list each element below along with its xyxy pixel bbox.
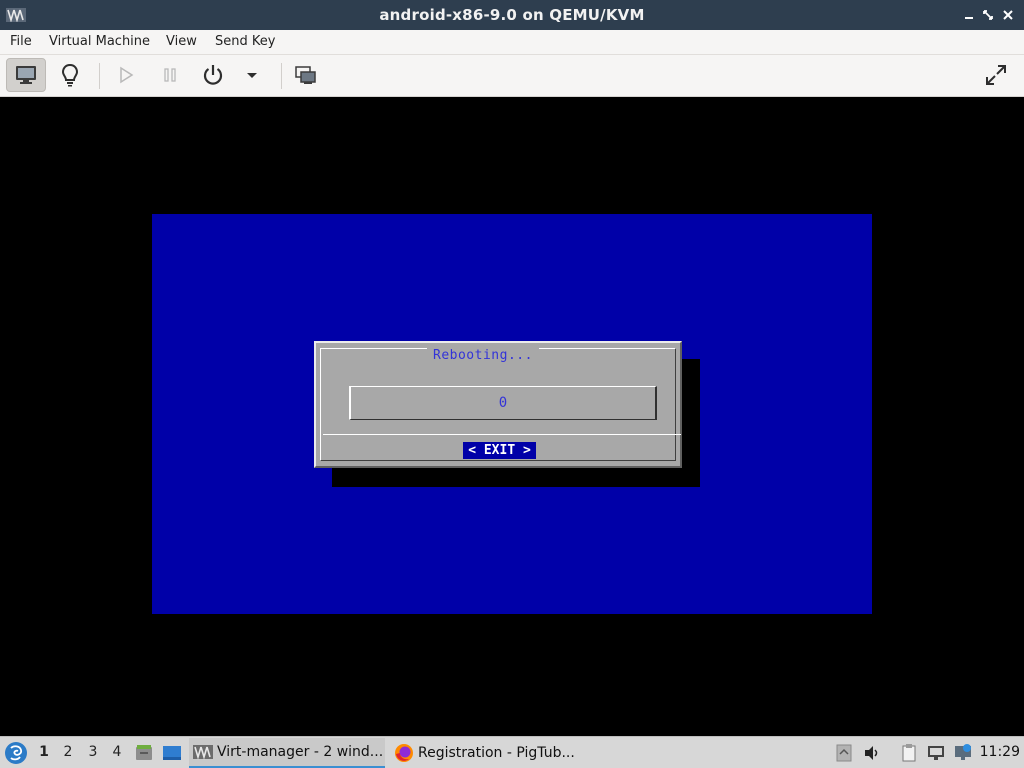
- minimize-icon: [965, 17, 973, 19]
- snapshots-button[interactable]: [286, 58, 326, 92]
- task-label: Virt-manager - 2 wind...: [217, 744, 384, 760]
- menu-view[interactable]: View: [166, 34, 197, 49]
- pause-button[interactable]: [150, 58, 190, 92]
- task-virt-manager[interactable]: Virt-manager - 2 wind...: [189, 738, 385, 768]
- toolbar: [0, 55, 1024, 97]
- workspace-1[interactable]: 1: [35, 744, 53, 760]
- dialog-separator: [323, 434, 681, 435]
- workspace-2[interactable]: 2: [59, 744, 77, 760]
- menu-send-key[interactable]: Send Key: [215, 34, 275, 49]
- file-manager-icon[interactable]: [134, 743, 154, 763]
- title-bar: android-x86-9.0 on QEMU/KVM: [0, 0, 1024, 30]
- countdown-value: 0: [498, 395, 508, 411]
- toolbar-separator: [281, 63, 282, 89]
- restore-button[interactable]: [980, 7, 996, 23]
- countdown-field: 0: [349, 386, 657, 420]
- vm-console[interactable]: Rebooting... 0 < EXIT >: [2, 97, 1022, 735]
- shutdown-button[interactable]: [193, 58, 233, 92]
- run-button[interactable]: [106, 58, 146, 92]
- start-menu-icon[interactable]: [4, 741, 28, 765]
- volume-icon[interactable]: [862, 743, 882, 763]
- clock: 11:29: [979, 744, 1020, 760]
- task-label: Registration - PigTub...: [418, 745, 575, 761]
- network-icon[interactable]: [926, 743, 946, 763]
- fullscreen-button[interactable]: [976, 58, 1016, 92]
- chevron-down-icon: [247, 73, 257, 78]
- show-desktop-icon[interactable]: [162, 743, 182, 763]
- dialog-title: Rebooting...: [427, 348, 539, 364]
- exit-button[interactable]: < EXIT >: [463, 442, 536, 459]
- update-notifier-icon[interactable]: [953, 743, 973, 763]
- snapshot-icon: [295, 66, 316, 84]
- minimize-button[interactable]: [961, 7, 977, 23]
- play-icon: [120, 66, 134, 84]
- taskbar: 1 2 3 4 Virt-manager - 2 wind... Registr…: [0, 736, 1024, 768]
- shutdown-menu-button[interactable]: [232, 58, 272, 92]
- virt-manager-icon: [193, 745, 213, 760]
- workspace-3[interactable]: 3: [84, 744, 102, 760]
- workspace-4[interactable]: 4: [108, 744, 126, 760]
- close-button[interactable]: [1000, 7, 1016, 23]
- fullscreen-icon: [986, 65, 1006, 85]
- pause-icon: [164, 68, 176, 82]
- show-console-button[interactable]: [6, 58, 46, 92]
- dialog-frame: Rebooting... 0 < EXIT >: [320, 348, 681, 461]
- restore-icon: [983, 10, 993, 20]
- menu-virtual-machine[interactable]: Virtual Machine: [49, 34, 150, 49]
- monitor-icon: [16, 66, 36, 84]
- window-title: android-x86-9.0 on QEMU/KVM: [379, 6, 645, 24]
- clipboard-icon[interactable]: [899, 743, 919, 763]
- guest-screen: Rebooting... 0 < EXIT >: [152, 214, 872, 614]
- close-icon: [1003, 10, 1013, 20]
- firefox-icon: [395, 744, 413, 762]
- power-icon: [203, 65, 223, 85]
- menu-file[interactable]: File: [10, 34, 32, 49]
- toolbar-separator: [99, 63, 100, 89]
- task-firefox[interactable]: Registration - PigTub...: [390, 738, 586, 768]
- tray-expand-icon[interactable]: [834, 743, 854, 763]
- reboot-dialog: Rebooting... 0 < EXIT >: [314, 341, 682, 468]
- menu-bar: File Virtual Machine View Send Key: [0, 30, 1024, 55]
- lightbulb-icon: [61, 63, 79, 87]
- show-details-button[interactable]: [50, 58, 90, 92]
